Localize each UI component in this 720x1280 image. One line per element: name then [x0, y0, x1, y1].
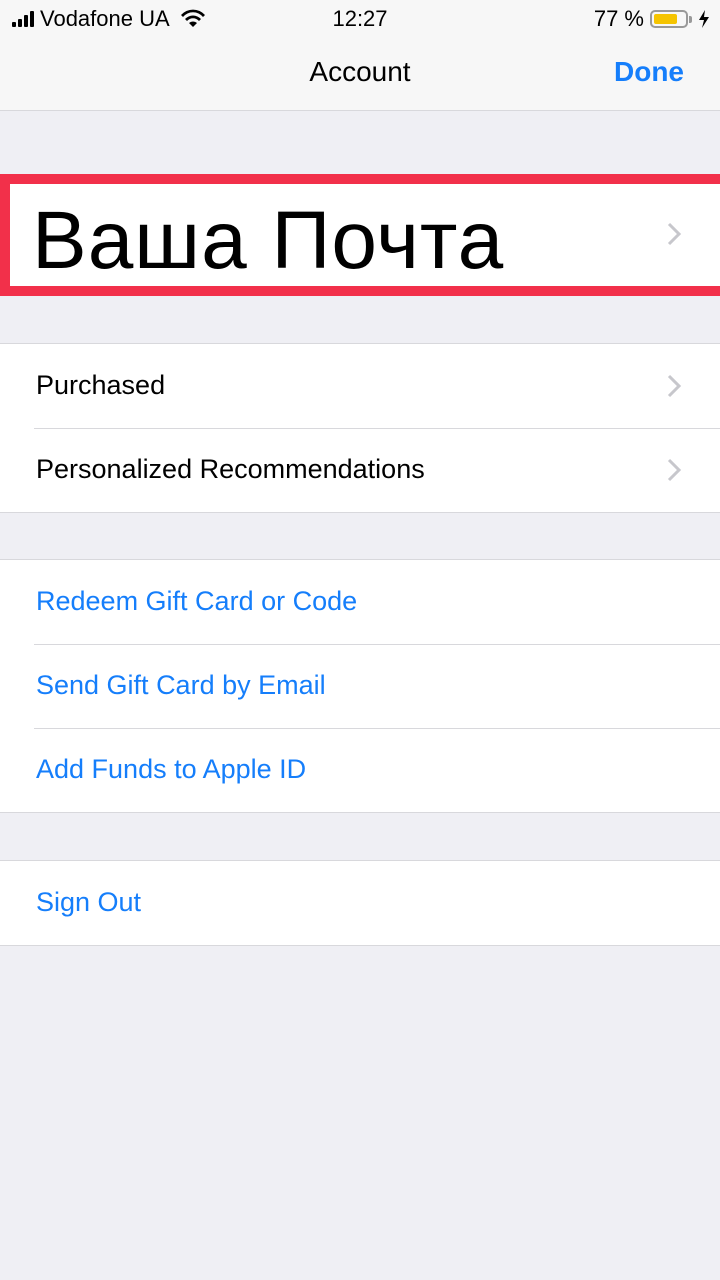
chevron-right-icon	[667, 222, 682, 246]
battery-fill	[654, 14, 678, 24]
battery-percent: 77 %	[593, 6, 644, 31]
add-funds-link[interactable]: Add Funds to Apple ID	[36, 754, 306, 785]
add-funds-row[interactable]: Add Funds to Apple ID	[0, 728, 720, 812]
chevron-right-icon	[667, 458, 682, 482]
account-options-group: Purchased Personalized Recommendations	[0, 343, 720, 513]
sign-out-row[interactable]: Sign Out	[0, 861, 720, 945]
battery-status: 77 %	[594, 6, 710, 32]
charging-bolt-icon	[699, 10, 709, 28]
redeem-gift-card-row[interactable]: Redeem Gift Card or Code	[0, 560, 720, 644]
battery-icon	[650, 10, 688, 28]
battery-tip	[689, 15, 692, 23]
send-gift-card-row[interactable]: Send Gift Card by Email	[0, 644, 720, 728]
row-label: Purchased	[36, 370, 166, 400]
redeem-gift-card-link[interactable]: Redeem Gift Card or Code	[36, 586, 357, 617]
navigation-bar: Account Done	[0, 38, 720, 111]
status-bar: Vodafone UA 12:27 77 %	[0, 0, 720, 38]
sign-out-button[interactable]: Sign Out	[36, 887, 141, 918]
chevron-right-icon	[667, 374, 682, 398]
send-gift-card-link[interactable]: Send Gift Card by Email	[36, 670, 326, 701]
personalized-recommendations-row[interactable]: Personalized Recommendations	[0, 428, 720, 512]
done-button[interactable]: Done	[614, 56, 684, 88]
row-label: Personalized Recommendations	[36, 454, 425, 484]
account-email: Ваша Почта	[32, 195, 505, 286]
page-title: Account	[309, 56, 411, 87]
account-email-row[interactable]: Ваша Почта	[0, 174, 720, 296]
sign-out-group: Sign Out	[0, 860, 720, 946]
gift-card-group: Redeem Gift Card or Code Send Gift Card …	[0, 559, 720, 813]
purchased-row[interactable]: Purchased	[0, 344, 720, 428]
